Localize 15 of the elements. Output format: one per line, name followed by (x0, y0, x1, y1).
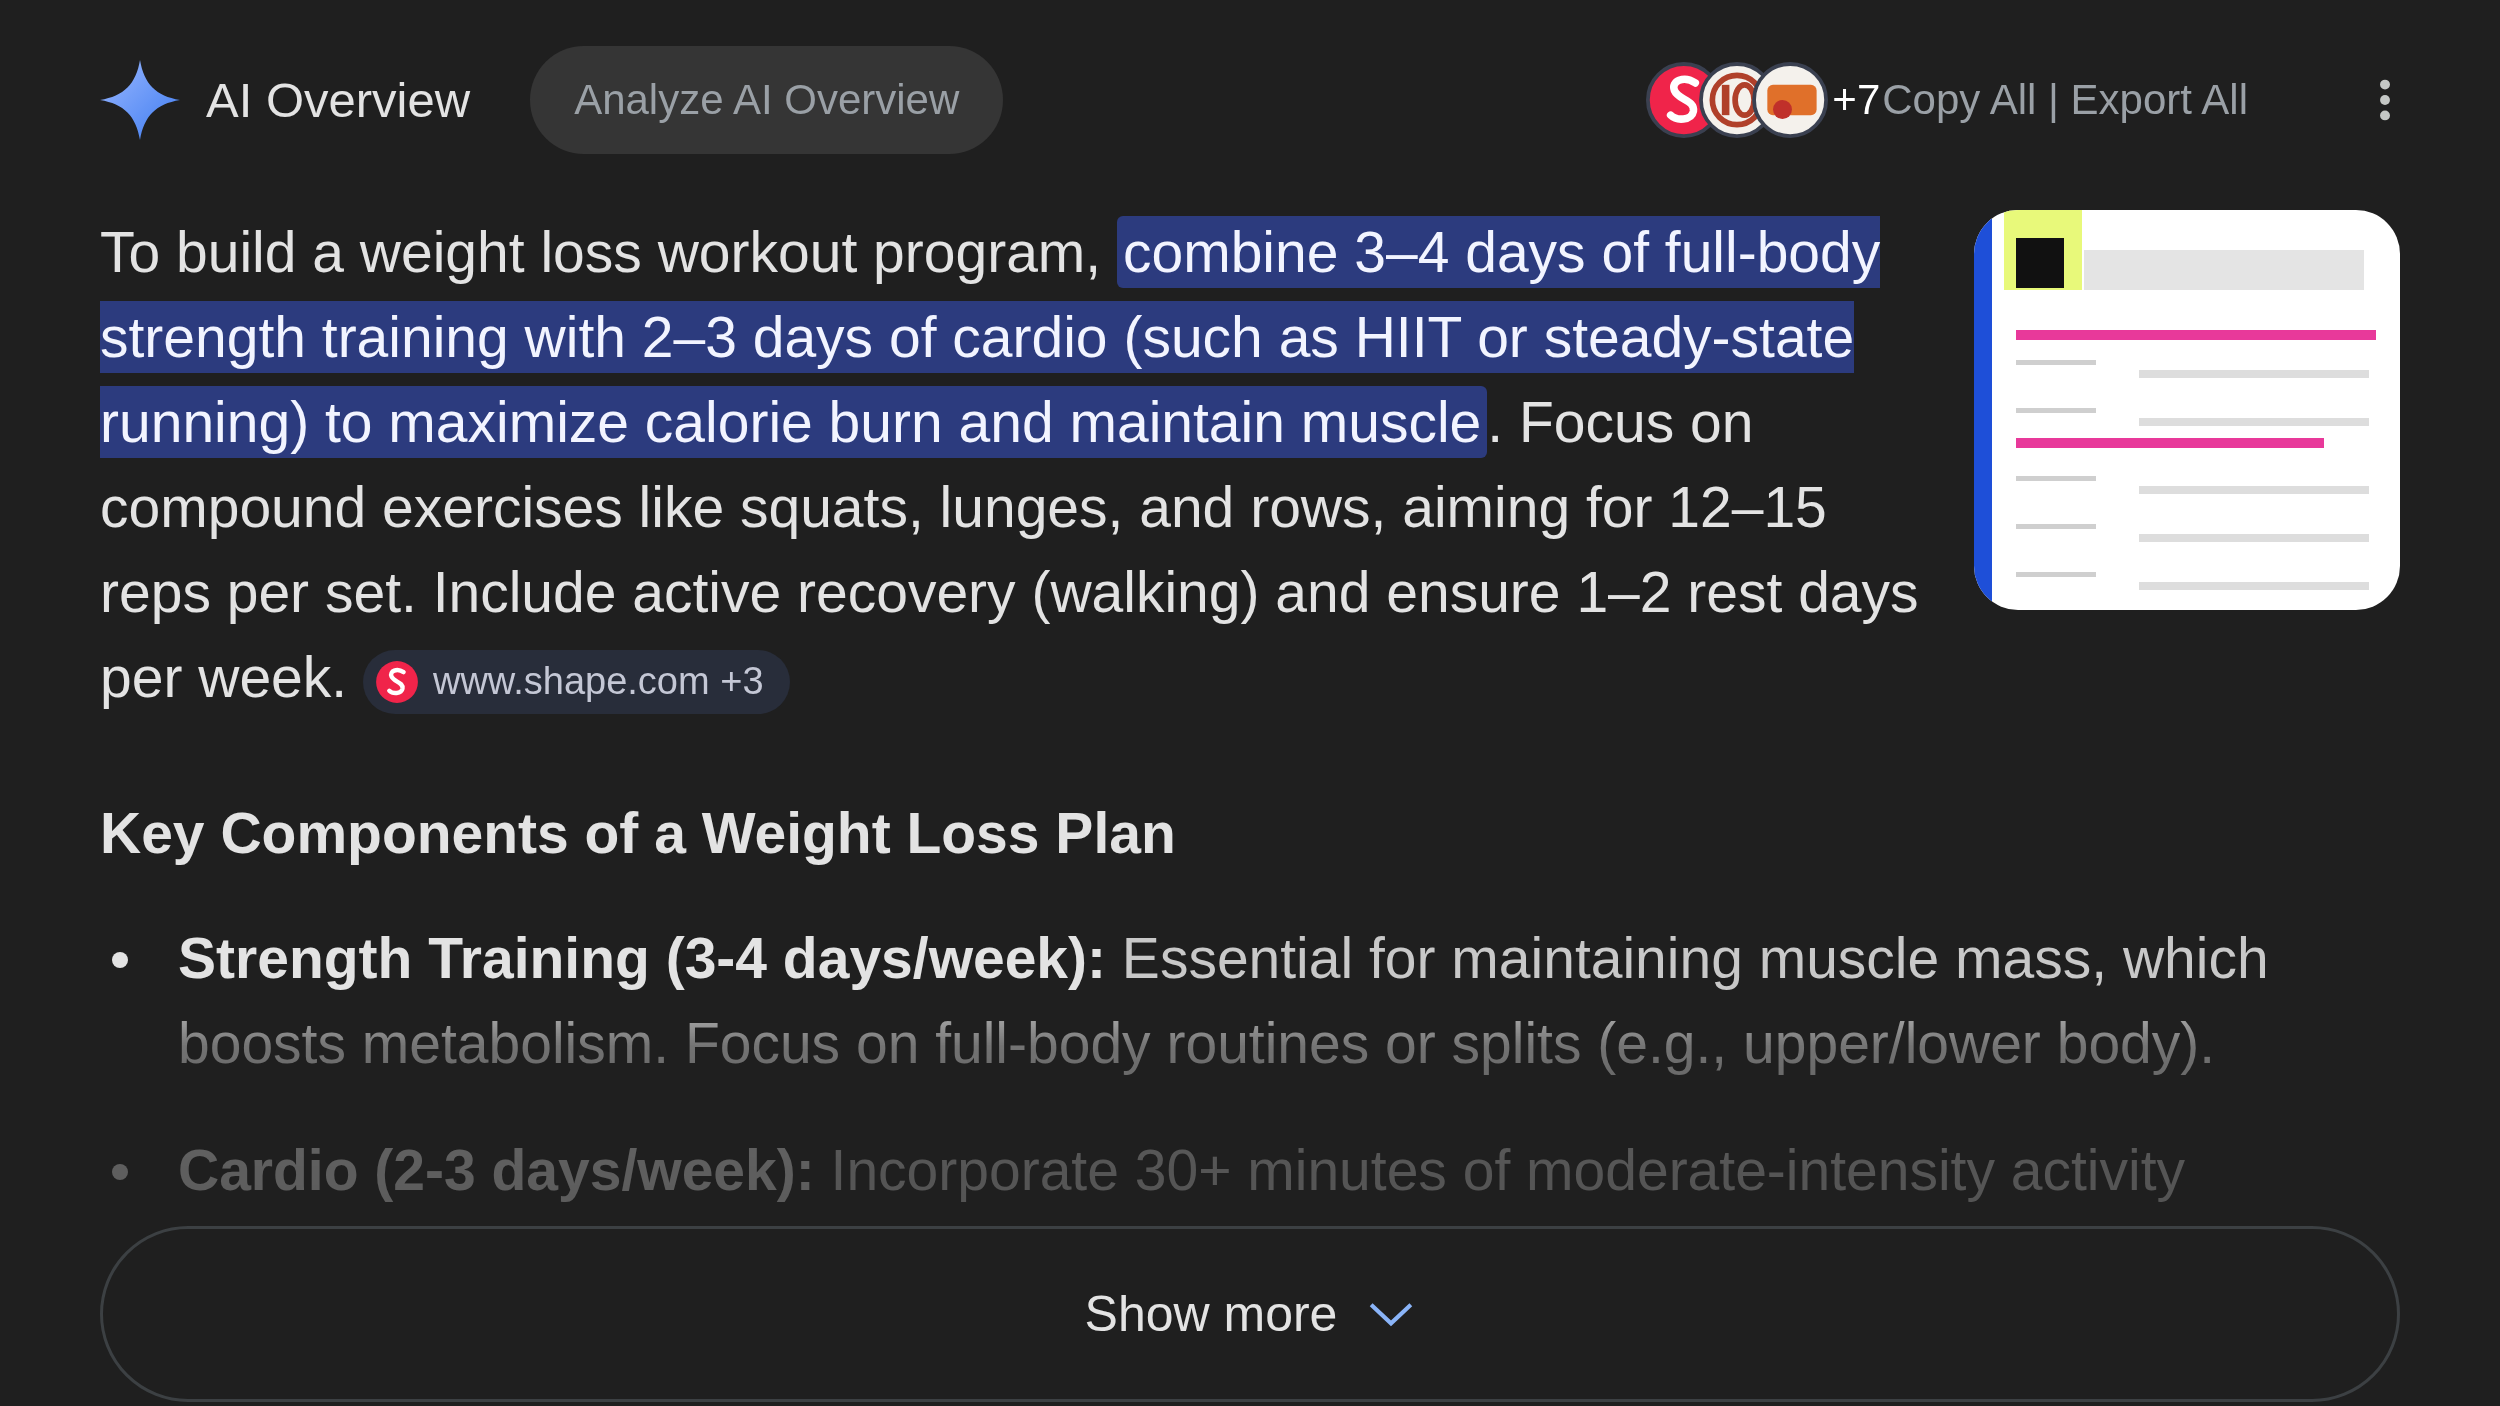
summary-paragraph: To build a weight loss workout program, combine 3–4 days of full-body strength training with 2–3 days of cardio (such as HIIT or steady-state running) to maximize calorie burn and maintain muscle. Focus on compound exercises like squats, lunges, and rows, aiming for 12–15 reps per set. Include active recovery (walking) and ensure 1–2 rest days per week. www.shape.com +3 (100, 210, 1934, 720)
overview-title: AI Overview (206, 72, 471, 128)
citation-link[interactable]: www.shape.com +3 (362, 649, 790, 714)
bullet-text: Strength Training (3-4 days/week): Essential for maintaining muscle mass, which boosts metabolism. Focus on full-body routines or splits (e.g., upper/lower body). (178, 925, 2270, 1077)
more-options-icon[interactable] (2378, 78, 2392, 122)
source-logos-icon[interactable] (1646, 62, 1829, 138)
bullet-icon (112, 952, 128, 968)
section-heading: Key Components of a Weight Loss Plan (100, 800, 1177, 866)
site-logo-icon (374, 659, 419, 704)
show-more-button[interactable]: Show more (100, 1226, 2400, 1402)
source-count[interactable]: +7 (1832, 76, 1881, 124)
bullet-icon (112, 1164, 128, 1180)
sparkle-icon (100, 60, 180, 140)
analyze-button[interactable]: Analyze AI Overview (530, 46, 1004, 154)
copy-export-links[interactable]: Copy All | Export All (1882, 76, 2248, 124)
